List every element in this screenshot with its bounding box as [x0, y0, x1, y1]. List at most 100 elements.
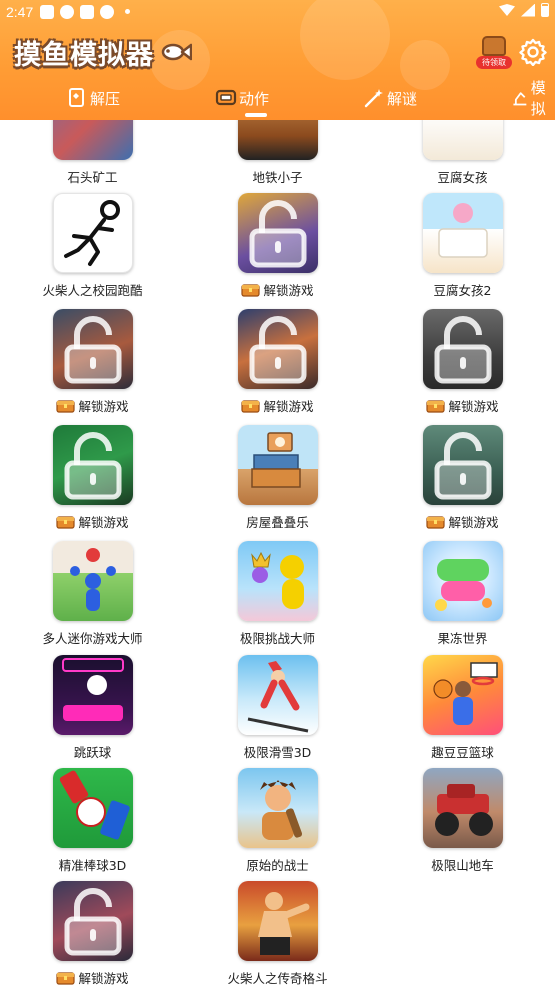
locked-game-card[interactable]: 解锁游戏 [0, 425, 185, 530]
game-thumbnail[interactable] [422, 541, 503, 621]
game-thumbnail[interactable] [422, 768, 503, 848]
game-title: 解锁游戏 [426, 396, 499, 414]
notification-icon [40, 5, 54, 19]
game-title: 精准棒球3D [58, 857, 127, 873]
game-thumbnail[interactable] [422, 120, 503, 160]
game-thumbnail[interactable] [52, 425, 133, 505]
active-tab-indicator [245, 113, 267, 117]
game-thumbnail[interactable] [52, 120, 133, 160]
battery-icon [541, 3, 549, 17]
app-title: 摸鱼模拟器 [14, 39, 154, 71]
tab-label: 模拟 [530, 79, 546, 118]
game-card[interactable]: 房屋叠叠乐 [185, 425, 370, 530]
game-thumbnail[interactable] [52, 193, 133, 273]
game-thumbnail[interactable] [237, 655, 318, 735]
locked-game-card[interactable]: 解锁游戏 [185, 193, 370, 298]
game-thumbnail[interactable] [52, 541, 133, 621]
fighter-icon [257, 892, 309, 955]
crowd-runners-icon [69, 548, 116, 611]
game-title: 石头矿工 [67, 169, 118, 185]
game-card[interactable]: 地铁小子 [185, 120, 370, 185]
game-card[interactable]: 果冻世界 [370, 541, 555, 646]
treasure-chest-icon [482, 36, 506, 56]
game-title: 解锁游戏 [241, 280, 314, 298]
tab-label: 解压 [90, 89, 121, 108]
stickman-runner-icon [63, 200, 120, 266]
game-thumbnail[interactable] [52, 881, 133, 961]
game-title: 火柴人之传奇格斗 [227, 970, 328, 986]
tab-jieya[interactable]: 解压 [66, 84, 120, 112]
game-thumbnail[interactable] [237, 425, 318, 505]
notification-icon [60, 5, 74, 19]
game-title: 极限山地车 [431, 857, 494, 873]
game-card[interactable]: 多人迷你游戏大师 [0, 541, 185, 646]
game-card[interactable]: 原始的战士 [185, 768, 370, 873]
game-card[interactable]: 趣豆豆篮球 [370, 655, 555, 760]
game-title: 多人迷你游戏大师 [42, 630, 143, 646]
treasure-chest-icon [426, 399, 446, 413]
monster-truck-icon [434, 784, 493, 836]
status-time: 2:47 [6, 4, 34, 20]
game-thumbnail[interactable] [237, 309, 318, 389]
game-card[interactable]: 火柴人之传奇格斗 [185, 881, 370, 986]
game-card[interactable]: 极限挑战大师 [185, 541, 370, 646]
game-card[interactable]: 极限滑雪3D [185, 655, 370, 760]
settings-gear-icon[interactable] [519, 38, 547, 66]
game-thumbnail[interactable] [237, 193, 318, 273]
game-card[interactable]: 火柴人之校园跑酷 [0, 193, 185, 298]
game-console-icon [215, 89, 237, 106]
tab-jiemi[interactable]: 解谜 [363, 84, 417, 112]
more-notifications-icon [125, 9, 130, 14]
game-title: 极限滑雪3D [243, 744, 312, 760]
notification-icon [80, 5, 94, 19]
locked-game-card[interactable]: 解锁游戏 [185, 309, 370, 414]
game-thumbnail[interactable] [237, 120, 318, 160]
game-thumbnail[interactable] [422, 425, 503, 505]
game-card[interactable]: 豆腐女孩 [370, 120, 555, 185]
game-card[interactable]: 精准棒球3D [0, 768, 185, 873]
treasure-chest-icon [56, 399, 76, 413]
crane-icon [513, 92, 527, 106]
lock-icon [64, 432, 121, 500]
game-card[interactable]: 石头矿工 [0, 120, 185, 185]
game-title: 解锁游戏 [56, 512, 129, 530]
game-title: 豆腐女孩2 [433, 282, 492, 298]
game-thumbnail[interactable] [52, 309, 133, 389]
locked-game-card[interactable]: 解锁游戏 [370, 425, 555, 530]
locked-game-card[interactable]: 解锁游戏 [0, 881, 185, 986]
game-thumbnail[interactable] [422, 655, 503, 735]
game-title: 趣豆豆篮球 [431, 744, 494, 760]
signal-icon [521, 3, 535, 17]
pending-reward-button[interactable]: 待领取 [476, 34, 512, 70]
game-thumbnail[interactable] [237, 541, 318, 621]
game-title: 果冻世界 [437, 630, 488, 646]
game-thumbnail[interactable] [52, 768, 133, 848]
game-card[interactable]: 极限山地车 [370, 768, 555, 873]
game-title: 跳跃球 [73, 744, 112, 760]
game-title: 解锁游戏 [56, 396, 129, 414]
card-hand-icon [69, 88, 84, 107]
game-thumbnail[interactable] [422, 309, 503, 389]
locked-game-card[interactable]: 解锁游戏 [0, 309, 185, 414]
jelly-world-logo [434, 559, 492, 611]
category-tabs: 解压 动作 解谜 模拟 [0, 79, 555, 120]
game-title: 原始的战士 [246, 857, 309, 873]
tab-label: 解谜 [387, 89, 418, 108]
game-title: 地铁小子 [252, 169, 303, 185]
game-thumbnail[interactable] [237, 768, 318, 848]
game-grid: 石头矿工 地铁小子 豆腐女孩 火柴人之校园跑酷 解锁游戏 豆腐女孩2 解锁游戏 … [0, 120, 555, 987]
game-card[interactable]: 跳跃球 [0, 655, 185, 760]
game-title: 房屋叠叠乐 [246, 514, 309, 530]
baseball-cans-icon [59, 770, 130, 840]
game-card[interactable]: 豆腐女孩2 [370, 193, 555, 298]
game-title: 火柴人之校园跑酷 [42, 282, 143, 298]
game-thumbnail[interactable] [237, 881, 318, 961]
tab-dongzuo[interactable]: 动作 [215, 84, 269, 112]
tab-moni[interactable]: 模拟 [511, 79, 555, 118]
game-thumbnail[interactable] [52, 655, 133, 735]
magic-wand-icon [364, 89, 383, 108]
game-thumbnail[interactable] [422, 193, 503, 273]
app-logo: 摸鱼模拟器 [14, 32, 192, 72]
skier-icon [247, 661, 308, 733]
locked-game-card[interactable]: 解锁游戏 [370, 309, 555, 414]
